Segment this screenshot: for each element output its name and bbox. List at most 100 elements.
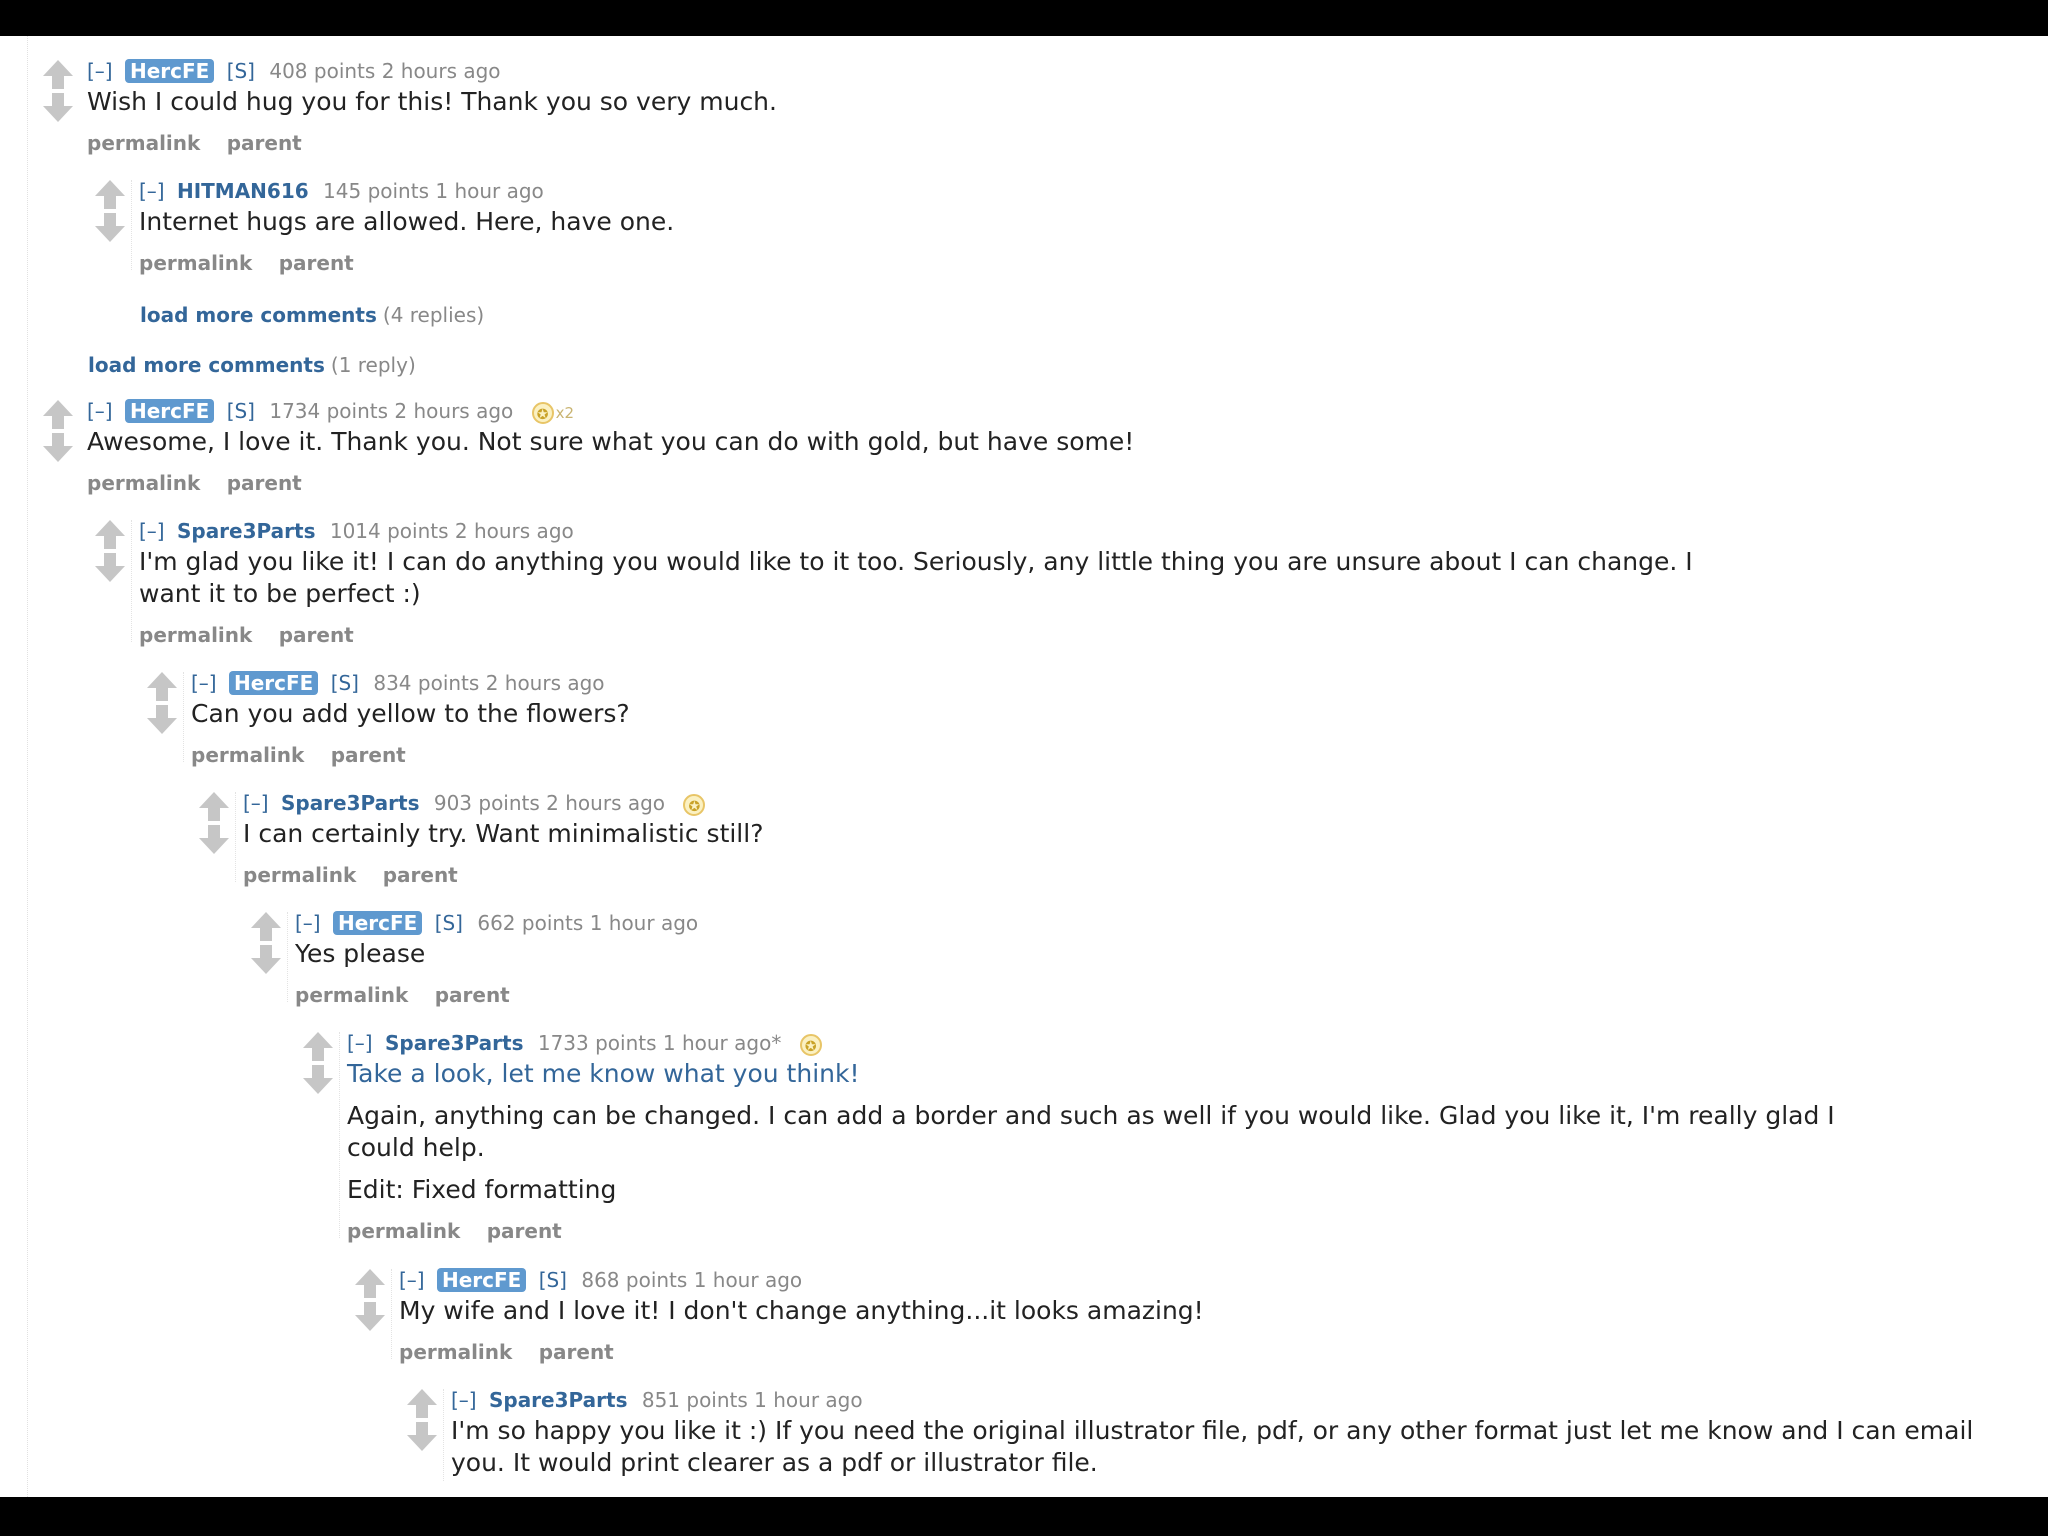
permalink-link[interactable]: permalink bbox=[347, 1219, 460, 1243]
permalink-link[interactable]: permalink bbox=[139, 623, 252, 647]
collapse-toggle[interactable]: [–] bbox=[139, 179, 165, 203]
comment-score: 834 points bbox=[373, 671, 480, 695]
permalink-link[interactable]: permalink bbox=[87, 131, 200, 155]
collapse-toggle[interactable]: [–] bbox=[243, 791, 269, 815]
comment-author[interactable]: Spare3Parts bbox=[281, 791, 420, 815]
parent-link[interactable]: parent bbox=[279, 251, 354, 275]
comment-text: Yes please bbox=[295, 939, 426, 968]
comment-buttons: permalink parent bbox=[139, 248, 1989, 278]
comment-time: 1 hour ago bbox=[589, 911, 699, 935]
parent-link[interactable]: parent bbox=[435, 983, 510, 1007]
comment-tagline: [–] HercFE [S] 662 points 1 hour ago bbox=[295, 908, 1955, 938]
comment-author[interactable]: HercFE bbox=[228, 671, 319, 695]
collapse-toggle[interactable]: [–] bbox=[87, 399, 113, 423]
reply-count: (1 reply) bbox=[330, 353, 416, 377]
collapse-toggle[interactable]: [–] bbox=[295, 911, 321, 935]
comment-body: Internet hugs are allowed. Here, have on… bbox=[139, 206, 1989, 238]
thread-edge bbox=[27, 36, 29, 1497]
collapse-toggle[interactable]: [–] bbox=[191, 671, 217, 695]
downvote-arrow-icon[interactable] bbox=[407, 1421, 437, 1453]
downvote-arrow-icon[interactable] bbox=[147, 704, 177, 736]
downvote-arrow-icon[interactable] bbox=[43, 92, 73, 124]
vote-arrows bbox=[303, 1032, 337, 1096]
comment-author[interactable]: Spare3Parts bbox=[177, 519, 316, 543]
comment-link-text[interactable]: Take a look, let me know what you think! bbox=[347, 1058, 1907, 1090]
top-bar bbox=[0, 0, 2048, 36]
comment: [–] Spare3Parts 1014 points 2 hours ago … bbox=[95, 516, 1739, 650]
upvote-arrow-icon[interactable] bbox=[43, 400, 73, 432]
comment-author[interactable]: HITMAN616 bbox=[177, 179, 309, 203]
upvote-arrow-icon[interactable] bbox=[303, 1032, 333, 1064]
comment-time: 2 hours ago bbox=[546, 791, 666, 815]
comment-body: My wife and I love it! I don't change an… bbox=[399, 1295, 1959, 1327]
upvote-arrow-icon[interactable] bbox=[95, 180, 125, 212]
comment-tagline: [–] HITMAN616 145 points 1 hour ago bbox=[139, 176, 1989, 206]
comment-author[interactable]: Spare3Parts bbox=[489, 1388, 628, 1412]
downvote-arrow-icon[interactable] bbox=[95, 212, 125, 244]
comment-author[interactable]: Spare3Parts bbox=[385, 1031, 524, 1055]
parent-link[interactable]: parent bbox=[331, 743, 406, 767]
comment-buttons: permalink parent bbox=[139, 620, 1739, 650]
comment-time: 1 hour ago bbox=[693, 1268, 803, 1292]
load-more-link[interactable]: load more comments bbox=[140, 303, 377, 327]
comment-body: Wish I could hug you for this! Thank you… bbox=[87, 86, 1987, 118]
permalink-link[interactable]: permalink bbox=[399, 1340, 512, 1364]
comment-author[interactable]: HercFE bbox=[332, 911, 423, 935]
load-more-comments[interactable]: load more comments (4 replies) bbox=[140, 303, 484, 327]
parent-link[interactable]: parent bbox=[227, 471, 302, 495]
permalink-link[interactable]: permalink bbox=[191, 743, 304, 767]
bottom-bar bbox=[0, 1497, 2048, 1536]
load-more-link[interactable]: load more comments bbox=[88, 353, 325, 377]
downvote-arrow-icon[interactable] bbox=[199, 824, 229, 856]
comment: [–] HercFE [S] 834 points 2 hours ago Ca… bbox=[147, 668, 1971, 770]
upvote-arrow-icon[interactable] bbox=[147, 672, 177, 704]
comment-author[interactable]: HercFE bbox=[124, 59, 215, 83]
parent-link[interactable]: parent bbox=[227, 131, 302, 155]
comment-tagline: [–] HercFE [S] 834 points 2 hours ago bbox=[191, 668, 1971, 698]
comment-tagline: [–] HercFE [S] 868 points 1 hour ago bbox=[399, 1265, 1959, 1295]
parent-link[interactable]: parent bbox=[487, 1219, 562, 1243]
downvote-arrow-icon[interactable] bbox=[43, 432, 73, 464]
parent-link[interactable]: parent bbox=[383, 863, 458, 887]
comment-author[interactable]: HercFE bbox=[124, 399, 215, 423]
downvote-arrow-icon[interactable] bbox=[303, 1064, 333, 1096]
gold-star-icon: ✪ bbox=[799, 1033, 822, 1056]
collapse-toggle[interactable]: [–] bbox=[451, 1388, 477, 1412]
comment-score: 408 points bbox=[269, 59, 376, 83]
collapse-toggle[interactable]: [–] bbox=[399, 1268, 425, 1292]
comment-score: 145 points bbox=[323, 179, 429, 203]
comment-tagline: [–] Spare3Parts 851 points 1 hour ago bbox=[451, 1385, 2011, 1415]
permalink-link[interactable]: permalink bbox=[295, 983, 408, 1007]
gold-star-icon: ✪ bbox=[531, 401, 554, 424]
gold-star-icon: ✪ bbox=[683, 793, 706, 816]
comment-author[interactable]: HercFE bbox=[436, 1268, 527, 1292]
upvote-arrow-icon[interactable] bbox=[95, 520, 125, 552]
downvote-arrow-icon[interactable] bbox=[355, 1301, 385, 1333]
permalink-link[interactable]: permalink bbox=[87, 471, 200, 495]
upvote-arrow-icon[interactable] bbox=[407, 1389, 437, 1421]
permalink-link[interactable]: permalink bbox=[139, 251, 252, 275]
permalink-link[interactable]: permalink bbox=[243, 863, 356, 887]
upvote-arrow-icon[interactable] bbox=[43, 60, 73, 92]
comment: [–] HITMAN616 145 points 1 hour ago Inte… bbox=[95, 176, 1989, 278]
comment-body: Awesome, I love it. Thank you. Not sure … bbox=[87, 426, 1987, 458]
parent-link[interactable]: parent bbox=[539, 1340, 614, 1364]
comment-score: 1014 points bbox=[329, 519, 449, 543]
collapse-toggle[interactable]: [–] bbox=[87, 59, 113, 83]
collapse-toggle[interactable]: [–] bbox=[347, 1031, 373, 1055]
upvote-arrow-icon[interactable] bbox=[199, 792, 229, 824]
comment-body: Can you add yellow to the flowers? bbox=[191, 698, 1971, 730]
upvote-arrow-icon[interactable] bbox=[355, 1269, 385, 1301]
comment-score: 1733 points bbox=[537, 1031, 657, 1055]
comment-buttons: permalink parent bbox=[87, 128, 1987, 158]
downvote-arrow-icon[interactable] bbox=[95, 552, 125, 584]
downvote-arrow-icon[interactable] bbox=[251, 944, 281, 976]
vote-arrows bbox=[43, 60, 77, 124]
vote-arrows bbox=[43, 400, 77, 464]
comment-text: I can certainly try. Want minimalistic s… bbox=[243, 819, 764, 848]
load-more-comments[interactable]: load more comments (1 reply) bbox=[88, 353, 416, 377]
parent-link[interactable]: parent bbox=[279, 623, 354, 647]
upvote-arrow-icon[interactable] bbox=[251, 912, 281, 944]
collapse-toggle[interactable]: [–] bbox=[139, 519, 165, 543]
comment-buttons: permalink parent bbox=[87, 468, 1987, 498]
